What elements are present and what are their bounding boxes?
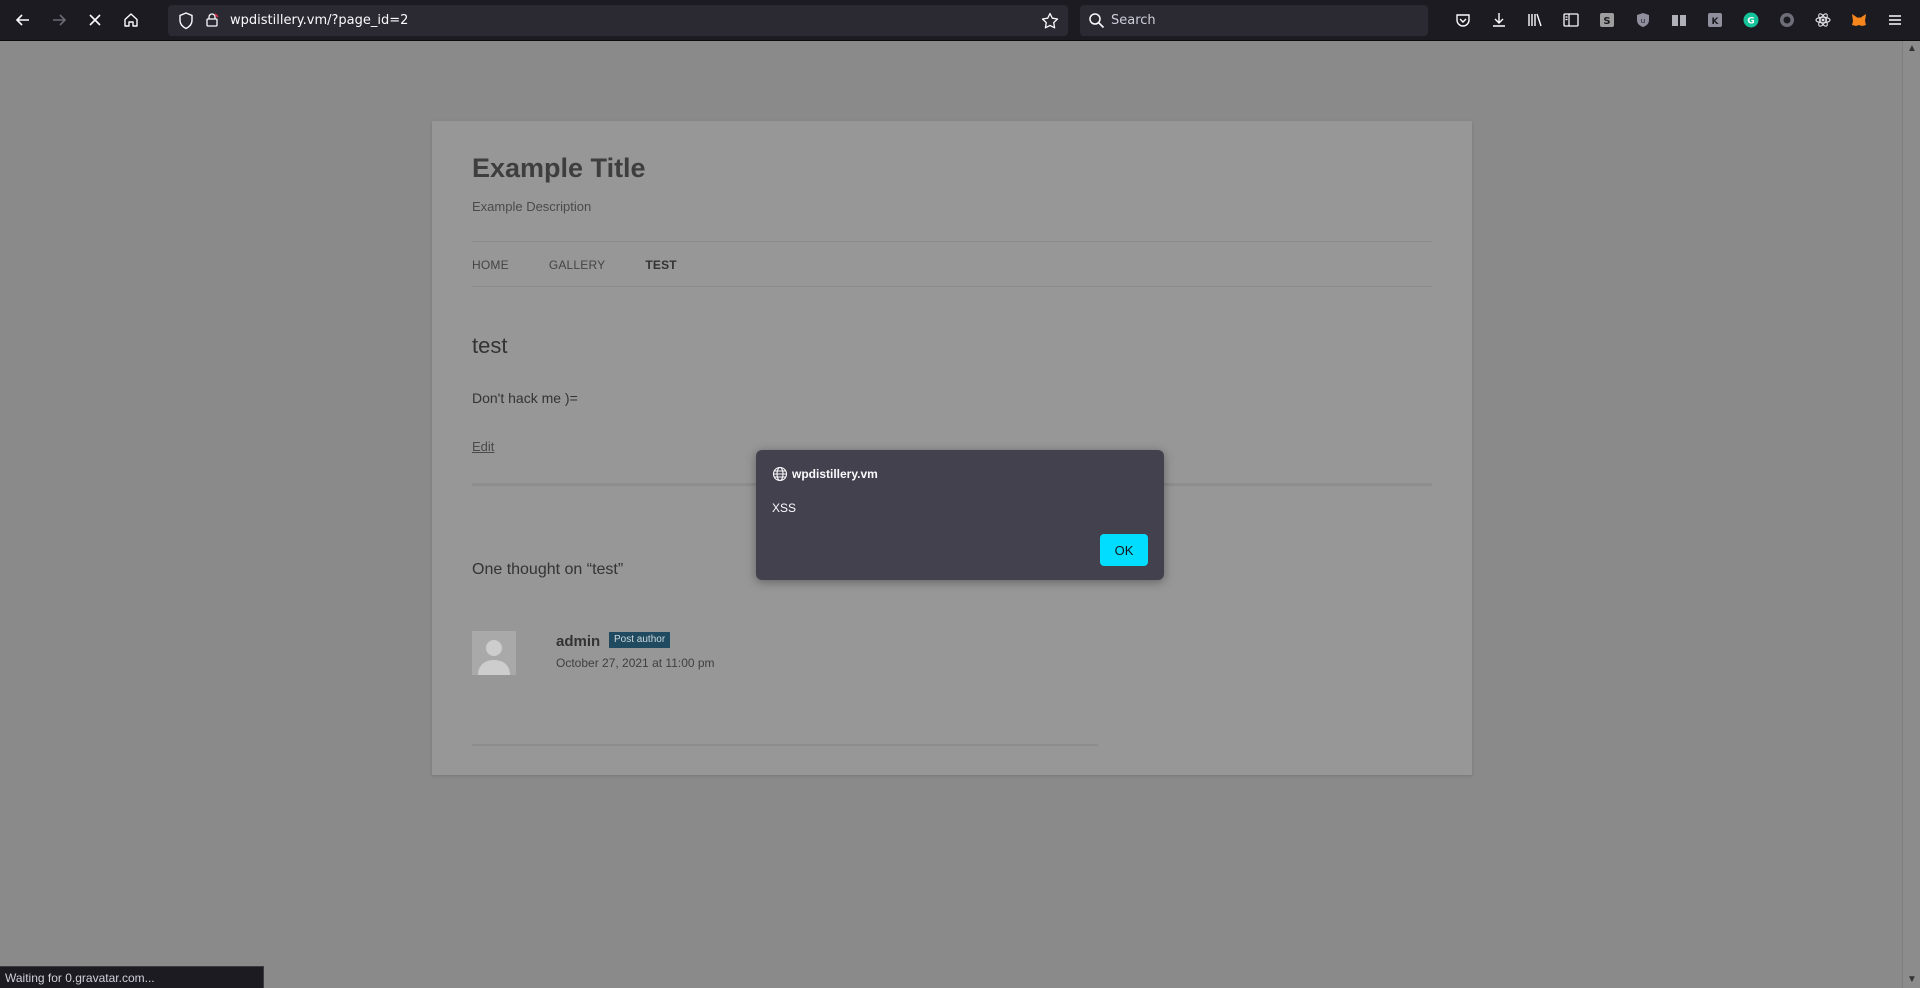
nav-item-home[interactable]: HOME [472, 258, 509, 272]
forward-arrow-icon [53, 14, 67, 26]
extension-ublock-button[interactable]: u [1632, 9, 1654, 31]
hamburger-menu-icon [1889, 15, 1901, 25]
nav-item-test[interactable]: TEST [645, 258, 676, 272]
extension-k-button[interactable]: K [1704, 9, 1726, 31]
downloads-button[interactable] [1488, 9, 1510, 31]
main-navigation: HOME GALLERY TEST [472, 258, 717, 272]
circle-extension-icon [1780, 13, 1794, 27]
extension-reader-button[interactable] [1668, 9, 1690, 31]
url-text[interactable]: wpdistillery.vm/?page_id=2 [230, 13, 408, 28]
site-title[interactable]: Example Title [472, 153, 646, 184]
sidebar-icon [1563, 13, 1579, 27]
library-icon [1528, 13, 1542, 27]
svg-text:S: S [1603, 16, 1610, 27]
scroll-down-arrow-icon[interactable]: ▼ [1907, 975, 1917, 985]
alert-dialog: wpdistillery.vm XSS OK [756, 450, 1164, 580]
stop-x-icon [89, 14, 101, 26]
extension-s-button[interactable]: S [1596, 9, 1618, 31]
stop-button[interactable] [80, 6, 110, 34]
scroll-up-arrow-icon[interactable]: ▲ [1907, 44, 1917, 54]
ok-button[interactable]: OK [1100, 534, 1148, 566]
sidebar-button[interactable] [1560, 9, 1582, 31]
extension-react-button[interactable] [1812, 9, 1834, 31]
url-bar[interactable]: wpdistillery.vm/?page_id=2 [168, 5, 1068, 36]
post-author-badge: Post author [609, 632, 671, 648]
extension-grammarly-button[interactable]: G [1740, 9, 1762, 31]
search-bar[interactable]: Search [1080, 5, 1428, 36]
fox-icon [1852, 14, 1866, 26]
dialog-origin: wpdistillery.vm [792, 467, 878, 481]
download-icon [1493, 13, 1505, 27]
page-title: test [472, 333, 508, 358]
back-button[interactable] [8, 6, 38, 34]
globe-icon [772, 466, 788, 482]
page-scrollbar[interactable]: ▲ ▼ [1902, 41, 1920, 988]
extension-circle-button[interactable] [1776, 9, 1798, 31]
k-extension-icon: K [1708, 13, 1722, 27]
home-icon [124, 13, 138, 27]
status-bar: Waiting for 0.gravatar.com... [0, 966, 264, 988]
svg-text:u: u [1641, 17, 1645, 25]
search-placeholder: Search [1111, 13, 1156, 28]
comment-author[interactable]: admin [556, 633, 600, 650]
svg-text:K: K [1712, 17, 1720, 27]
book-icon [1672, 15, 1686, 26]
comments-title: One thought on “test” [472, 561, 624, 578]
comment-divider [472, 744, 1098, 746]
nav-item-gallery[interactable]: GALLERY [549, 258, 606, 272]
pocket-button[interactable] [1452, 9, 1474, 31]
nav-divider-top [472, 241, 1432, 242]
home-button[interactable] [116, 6, 146, 34]
shield-icon[interactable] [176, 11, 196, 31]
edit-link[interactable]: Edit [472, 439, 494, 454]
ublock-icon: u [1637, 13, 1649, 27]
app-menu-button[interactable] [1884, 9, 1906, 31]
svg-text:G: G [1747, 17, 1754, 27]
back-arrow-icon [15, 14, 29, 26]
pocket-icon [1456, 14, 1470, 27]
search-icon [1089, 13, 1105, 29]
dialog-message: XSS [772, 501, 797, 515]
comment-date[interactable]: October 27, 2021 at 11:00 pm [556, 656, 715, 670]
nav-divider-bottom [472, 286, 1432, 287]
browser-toolbar: wpdistillery.vm/?page_id=2 Search S u K … [0, 0, 1920, 41]
extension-metamask-button[interactable] [1848, 9, 1870, 31]
lock-icon[interactable] [203, 11, 221, 29]
react-icon [1815, 13, 1831, 27]
avatar [472, 631, 516, 675]
site-container: Example Title Example Description HOME G… [432, 121, 1472, 775]
site-description: Example Description [472, 199, 592, 214]
library-button[interactable] [1524, 9, 1546, 31]
grammarly-icon: G [1743, 12, 1759, 28]
page-content: Don't hack me )= [472, 390, 578, 406]
default-avatar-icon [478, 640, 510, 675]
s-extension-icon: S [1600, 13, 1614, 27]
bookmark-star-icon[interactable] [1040, 11, 1060, 31]
forward-button[interactable] [44, 6, 74, 34]
